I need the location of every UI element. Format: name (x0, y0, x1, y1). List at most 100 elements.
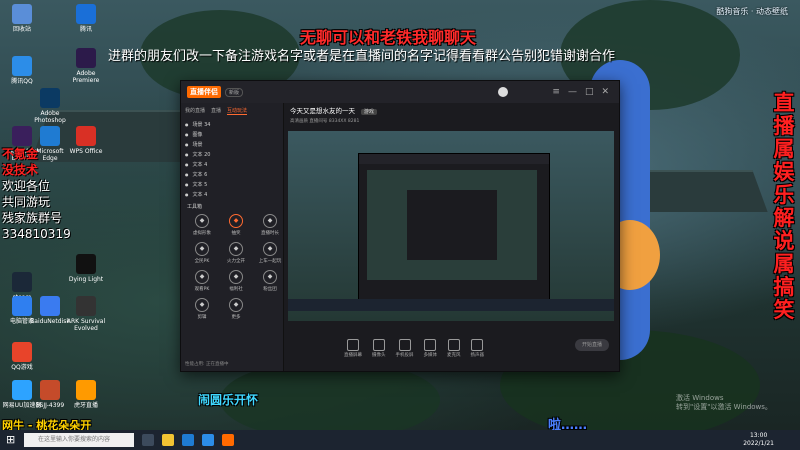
tool-button[interactable]: ◆ 上车一起玩 (255, 242, 285, 264)
tool-button[interactable]: ◆ 全民PK (187, 242, 217, 264)
tool-button[interactable]: ◆ 虚拟形象 (187, 214, 217, 236)
activation-line-1: 激活 Windows (676, 394, 724, 402)
taskbar-clock[interactable]: 13:00 2022/1/21 (743, 432, 774, 448)
app-titlebar[interactable]: 直播伴侣 新版 ≡ — □ ✕ (181, 81, 619, 103)
tool-button[interactable]: ◆ 福利社 (221, 270, 251, 292)
eye-icon[interactable]: ● (185, 192, 189, 197)
sidebar-tab[interactable]: 直播 (211, 107, 221, 115)
desktop-icon[interactable]: 回收站 (2, 4, 42, 33)
desktop-icon[interactable]: Dying Light (66, 254, 106, 283)
lyric-cyan: 闹圆乐开怀 (198, 393, 259, 407)
tool-label: 福利社 (229, 287, 243, 292)
uu-icon (12, 380, 32, 400)
source-button[interactable]: 手机投屏 (396, 338, 414, 358)
scene-row[interactable]: ● 文本 5 (181, 179, 283, 189)
desktop-icon[interactable]: WPS Office (66, 126, 106, 155)
tool-button[interactable]: ◆ 剪辑 (187, 298, 217, 320)
desktop-icon-label: Adobe Photoshop (34, 110, 66, 124)
scene-row[interactable]: ● 文本 4 (181, 189, 283, 199)
tool-label: 抽奖 (231, 231, 241, 236)
sidebar-tab[interactable]: 我的直播 (185, 107, 205, 115)
eye-icon[interactable]: ● (185, 142, 189, 147)
scene-row[interactable]: ● 场景 (181, 139, 283, 149)
desktop-icon[interactable]: Adobe Premiere (66, 48, 106, 84)
maximize-icon[interactable]: □ (585, 87, 594, 97)
desktop-icon-label: 虎牙直播 (73, 402, 98, 409)
desktop-icon[interactable]: SSJJ-4399 (30, 380, 70, 409)
tool-button[interactable]: ◆ 更多 (221, 298, 251, 320)
scene-row[interactable]: ● 图像 (181, 129, 283, 139)
live-companion-taskbar-icon[interactable] (222, 434, 234, 446)
stream-title[interactable]: 今天又是想水友的一天 (290, 107, 355, 115)
source-button[interactable]: 多媒体 (424, 338, 437, 358)
scene-label: 文本 6 (192, 171, 208, 178)
eye-icon[interactable]: ● (185, 182, 189, 187)
live-companion-window[interactable]: 直播伴侣 新版 ≡ — □ ✕ 我的直播 直播 互动玩法 ● 场景 34 ● 图像 ● 场景 ●… (180, 80, 620, 372)
desktop-icon-label: 腾讯 (79, 26, 92, 33)
tool-button[interactable]: ◆ 粉丝团 (255, 270, 285, 292)
tool-label: 火力全开 (227, 259, 245, 264)
desktop-icon[interactable]: 腾讯QQ (2, 56, 42, 85)
scene-row[interactable]: ● 文本 4 (181, 159, 283, 169)
tencent-icon (76, 4, 96, 24)
desktop-icon-label: SSJJ-4399 (35, 402, 65, 409)
desktop-icon[interactable]: ARK Survival Evolved (66, 296, 106, 332)
edge-taskbar-icon[interactable] (182, 434, 194, 446)
minimize-icon[interactable]: — (568, 87, 577, 97)
nested-preview-inner (407, 190, 497, 260)
source-button[interactable]: 扬声器 (471, 338, 484, 358)
source-icon (447, 338, 460, 351)
sidebar-tab[interactable]: 互动玩法 (227, 107, 248, 115)
desktop-icon[interactable]: 腾讯 (66, 4, 106, 33)
stream-tag[interactable]: 游戏 (360, 109, 377, 115)
tool-grid: ◆ 虚拟形象 ◆ 抽奖 ◆ 直播时长 ◆ 全民PK ◆ 火力全开 ◆ 上车一起玩 ◆ 观看PK ◆ 福利社 ◆ 粉… (181, 210, 283, 324)
desktop-icon-label: QQ游戏 (11, 364, 33, 371)
desktop-icon[interactable]: BaiduNetdisk (30, 296, 70, 325)
eye-icon[interactable]: ● (185, 132, 189, 137)
tool-label: 粉丝团 (263, 287, 277, 292)
left-overlay-line: 欢迎各位 (2, 179, 51, 193)
file-explorer-icon[interactable] (162, 434, 174, 446)
windows-taskbar: ⊞ 13:00 2022/1/21 (0, 430, 800, 450)
app-sidebar: 我的直播 直播 互动玩法 ● 场景 34 ● 图像 ● 场景 ● 文本 20 ● 文本 4 ● 文本 6 ●… (181, 103, 284, 371)
close-icon[interactable]: ✕ (601, 87, 609, 97)
desktop-icon[interactable]: Adobe Photoshop (30, 88, 70, 124)
source-icon (471, 338, 484, 351)
tool-button[interactable]: ◆ 抽奖 (221, 214, 251, 236)
store-taskbar-icon[interactable] (202, 434, 214, 446)
tool-label: 观看PK (194, 287, 210, 292)
desktop-icon[interactable]: 虎牙直播 (66, 380, 106, 409)
taskbar-search-input[interactable] (24, 433, 134, 447)
wps-icon (76, 126, 96, 146)
windows-start-icon[interactable]: ⊞ (6, 433, 15, 446)
eye-icon[interactable]: ● (185, 162, 189, 167)
toolbox-title: 工具箱 (187, 204, 203, 210)
scene-row[interactable]: ● 文本 20 (181, 149, 283, 159)
music-watermark: 酷狗音乐 · 动态壁纸 (716, 7, 788, 16)
eye-icon[interactable]: ● (185, 152, 189, 157)
ssjj-icon (40, 380, 60, 400)
tool-icon: ◆ (195, 242, 209, 256)
source-button[interactable]: 摄像头 (372, 338, 386, 358)
avatar[interactable] (498, 87, 509, 97)
desktop-icon[interactable]: QQ游戏 (2, 342, 42, 371)
tool-button[interactable]: ◆ 火力全开 (221, 242, 251, 264)
desktop-icon-label: BaiduNetdisk (30, 318, 70, 325)
tool-button[interactable]: ◆ 观看PK (187, 270, 217, 292)
source-button[interactable]: 直播屏幕 (344, 338, 362, 358)
tool-button[interactable]: ◆ 直播时长 (255, 214, 285, 236)
tool-icon: ◆ (229, 270, 243, 284)
eye-icon[interactable]: ● (185, 172, 189, 177)
source-button[interactable]: 麦克风 (447, 338, 461, 358)
preview-nested-window (358, 153, 550, 305)
live-preview[interactable] (288, 131, 614, 321)
eye-icon[interactable]: ● (185, 122, 189, 127)
photoshop-icon (40, 88, 60, 108)
scene-label: 场景 (192, 141, 203, 148)
start-live-button[interactable]: 开始直播 (575, 339, 609, 351)
menu-icon[interactable]: ≡ (552, 87, 560, 97)
source-icon (372, 338, 385, 351)
task-view-icon[interactable] (142, 434, 154, 446)
scene-row[interactable]: ● 文本 6 (181, 169, 283, 179)
scene-row[interactable]: ● 场景 34 (181, 119, 283, 129)
